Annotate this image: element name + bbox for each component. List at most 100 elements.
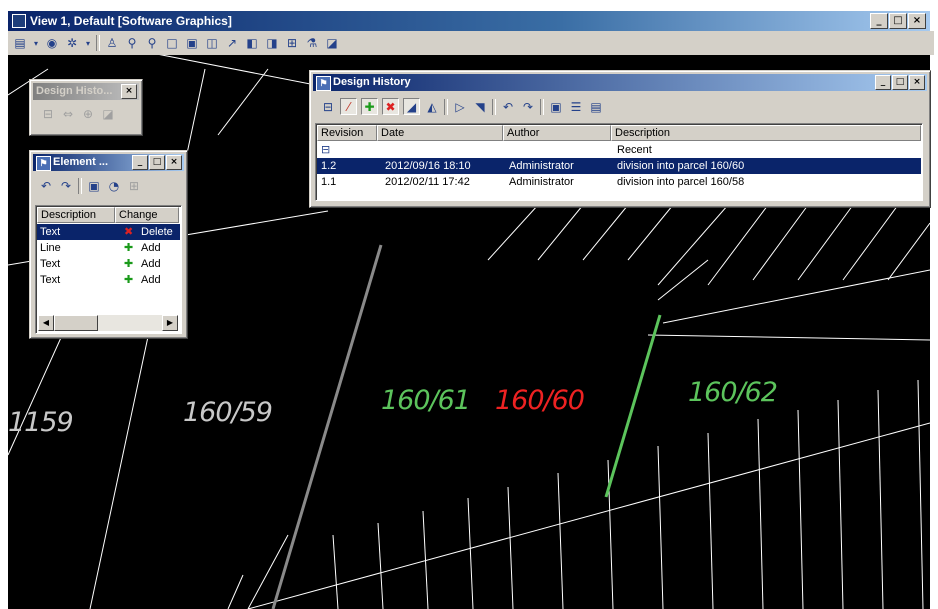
- display-style-dropdown-icon[interactable]: ▾: [84, 35, 92, 51]
- element-info-icon[interactable]: ◔: [106, 178, 122, 194]
- parcel-boundary-line: [507, 486, 514, 609]
- column-header-description[interactable]: Description: [37, 207, 115, 223]
- restore-icon[interactable]: ◥: [472, 99, 488, 115]
- zoom-in-icon[interactable]: ⚲: [124, 35, 140, 51]
- minimize-button[interactable]: _: [870, 13, 888, 29]
- revision-table[interactable]: Revision Date Author Description ⊟ Recen…: [315, 123, 923, 201]
- list-item[interactable]: Text ✖ Delete: [37, 224, 180, 240]
- view-next-icon[interactable]: ◨: [264, 35, 280, 51]
- element-close-button[interactable]: ×: [166, 155, 182, 170]
- undo-icon[interactable]: ↶: [38, 178, 54, 194]
- column-header-description[interactable]: Description: [611, 125, 921, 141]
- details-list-icon[interactable]: ☰: [568, 99, 584, 115]
- element-changes-window: ⚑ Element ... _ □ × ↶ ↷ ▣ ◔ ⊞ Descriptio…: [29, 150, 188, 339]
- table-row[interactable]: 1.1 2012/02/11 17:42 Administrator divis…: [317, 174, 921, 190]
- redo-icon[interactable]: ↷: [520, 99, 536, 115]
- design-history-icon[interactable]: ⊟: [40, 106, 56, 122]
- list-item[interactable]: Line ✚ Add: [37, 240, 180, 256]
- parcel-label: 160/62: [688, 377, 778, 408]
- parcel-boundary-line: [797, 409, 804, 609]
- parcel-boundary-line: [657, 445, 664, 609]
- show-changes-icon[interactable]: ▣: [86, 178, 102, 194]
- scroll-right-button[interactable]: ▶: [162, 315, 178, 331]
- element-description: Text: [40, 226, 61, 238]
- design-history-icon[interactable]: ⊟: [320, 99, 336, 115]
- parcel-boundary-line: [707, 432, 714, 609]
- toolbox-close-button[interactable]: ×: [121, 84, 137, 99]
- element-change: Delete: [141, 226, 173, 238]
- design-history-window-icon: ⚑: [36, 156, 51, 171]
- author-cell: Administrator: [509, 176, 574, 188]
- list-item[interactable]: Text ✚ Add: [37, 272, 180, 288]
- fit-view-icon[interactable]: ▣: [184, 35, 200, 51]
- show-added-icon[interactable]: ✚: [361, 98, 378, 115]
- delete-icon: ✖: [124, 225, 134, 238]
- highlight-changes-icon[interactable]: ◭: [424, 99, 440, 115]
- close-button[interactable]: ×: [908, 13, 926, 29]
- view-attributes-icon[interactable]: ▤: [12, 35, 28, 51]
- play-icon[interactable]: ▷: [452, 99, 468, 115]
- list-item[interactable]: Text ✚ Add: [37, 256, 180, 272]
- show-modified-icon[interactable]: ◢: [403, 98, 420, 115]
- maximize-button[interactable]: □: [889, 13, 907, 29]
- parcel-boundary-line: [797, 204, 854, 281]
- redo-icon[interactable]: ↷: [58, 178, 74, 194]
- element-window-title-bar[interactable]: ⚑ Element ... _ □ ×: [33, 154, 184, 171]
- design-history-title-bar[interactable]: ⚑ Design History _ □ ×: [313, 74, 927, 91]
- show-deleted-icon[interactable]: ✖: [382, 98, 399, 115]
- parcel-boundary-line: [557, 472, 564, 609]
- show-changes-icon[interactable]: ▣: [548, 99, 564, 115]
- scroll-left-button[interactable]: ◀: [38, 315, 54, 331]
- parcel-boundary-line: [467, 497, 474, 609]
- zoom-out-icon[interactable]: ⚲: [144, 35, 160, 51]
- view-attributes-dropdown-icon[interactable]: ▾: [32, 35, 40, 51]
- rotate-view-icon[interactable]: ◫: [204, 35, 220, 51]
- toolbar-separator: [444, 98, 448, 115]
- element-maximize-button[interactable]: □: [149, 155, 165, 170]
- report-icon[interactable]: ▤: [588, 99, 604, 115]
- design-history-toolbar: ⊟ ⁄ ✚ ✖ ◢ ◭ ▷ ◥ ↶ ↷ ▣ ☰ ▤: [320, 98, 604, 115]
- commit-icon[interactable]: ⇔: [60, 106, 76, 122]
- copy-view-icon[interactable]: ⊞: [284, 35, 300, 51]
- element-window-title: Element ...: [53, 156, 109, 168]
- scroll-thumb[interactable]: [54, 315, 98, 331]
- parcel-boundary-line: [217, 68, 269, 136]
- clip-volume-icon[interactable]: ⚗: [304, 35, 320, 51]
- design-history-toolbox-title-bar[interactable]: Design Histo... ×: [33, 83, 139, 100]
- column-header-change[interactable]: Change: [115, 207, 179, 223]
- parcel-boundary-line: [377, 522, 384, 609]
- column-header-date[interactable]: Date: [377, 125, 503, 141]
- toolbar-separator: [96, 35, 100, 51]
- table-row[interactable]: 1.2 2012/09/16 18:10 Administrator divis…: [317, 158, 921, 174]
- display-style-icon[interactable]: ✲: [64, 35, 80, 51]
- level-display-icon[interactable]: ◉: [44, 35, 60, 51]
- highlight-icon[interactable]: ⊞: [126, 178, 142, 194]
- recent-changes-icon: ⊟: [321, 143, 331, 156]
- view-title-bar[interactable]: View 1, Default [Software Graphics] _ □ …: [8, 11, 930, 31]
- window-menu-icon[interactable]: [12, 14, 26, 28]
- element-minimize-button[interactable]: _: [132, 155, 148, 170]
- create-tag-icon[interactable]: ⊕: [80, 106, 96, 122]
- history-maximize-button[interactable]: □: [892, 75, 908, 90]
- element-description: Text: [40, 274, 61, 286]
- camera-icon[interactable]: ◪: [324, 35, 340, 51]
- column-header-revision[interactable]: Revision: [317, 125, 377, 141]
- design-history-toolbox: Design Histo... × ⊟ ⇔ ⊕ ◪: [29, 79, 143, 136]
- view-previous-icon[interactable]: ◧: [244, 35, 260, 51]
- browse-history-icon[interactable]: ◪: [100, 106, 116, 122]
- element-changes-list[interactable]: Description Change Text ✖ Delete Line ✚ …: [35, 205, 182, 334]
- parcel-boundary-line: [487, 204, 539, 261]
- window-area-icon[interactable]: □: [164, 35, 180, 51]
- description-cell: Recent: [617, 144, 652, 156]
- date-cell: 2012/09/16 18:10: [385, 160, 471, 172]
- parcel-boundary-line: [227, 574, 244, 609]
- history-minimize-button[interactable]: _: [875, 75, 891, 90]
- horizontal-scrollbar[interactable]: ◀ ▶: [38, 315, 178, 331]
- table-row[interactable]: ⊟ Recent: [317, 142, 921, 158]
- update-view-icon[interactable]: ♙: [104, 35, 120, 51]
- show-all-changes-icon[interactable]: ⁄: [340, 98, 357, 115]
- undo-icon[interactable]: ↶: [500, 99, 516, 115]
- history-close-button[interactable]: ×: [909, 75, 925, 90]
- column-header-author[interactable]: Author: [503, 125, 611, 141]
- pan-view-icon[interactable]: ↗: [224, 35, 240, 51]
